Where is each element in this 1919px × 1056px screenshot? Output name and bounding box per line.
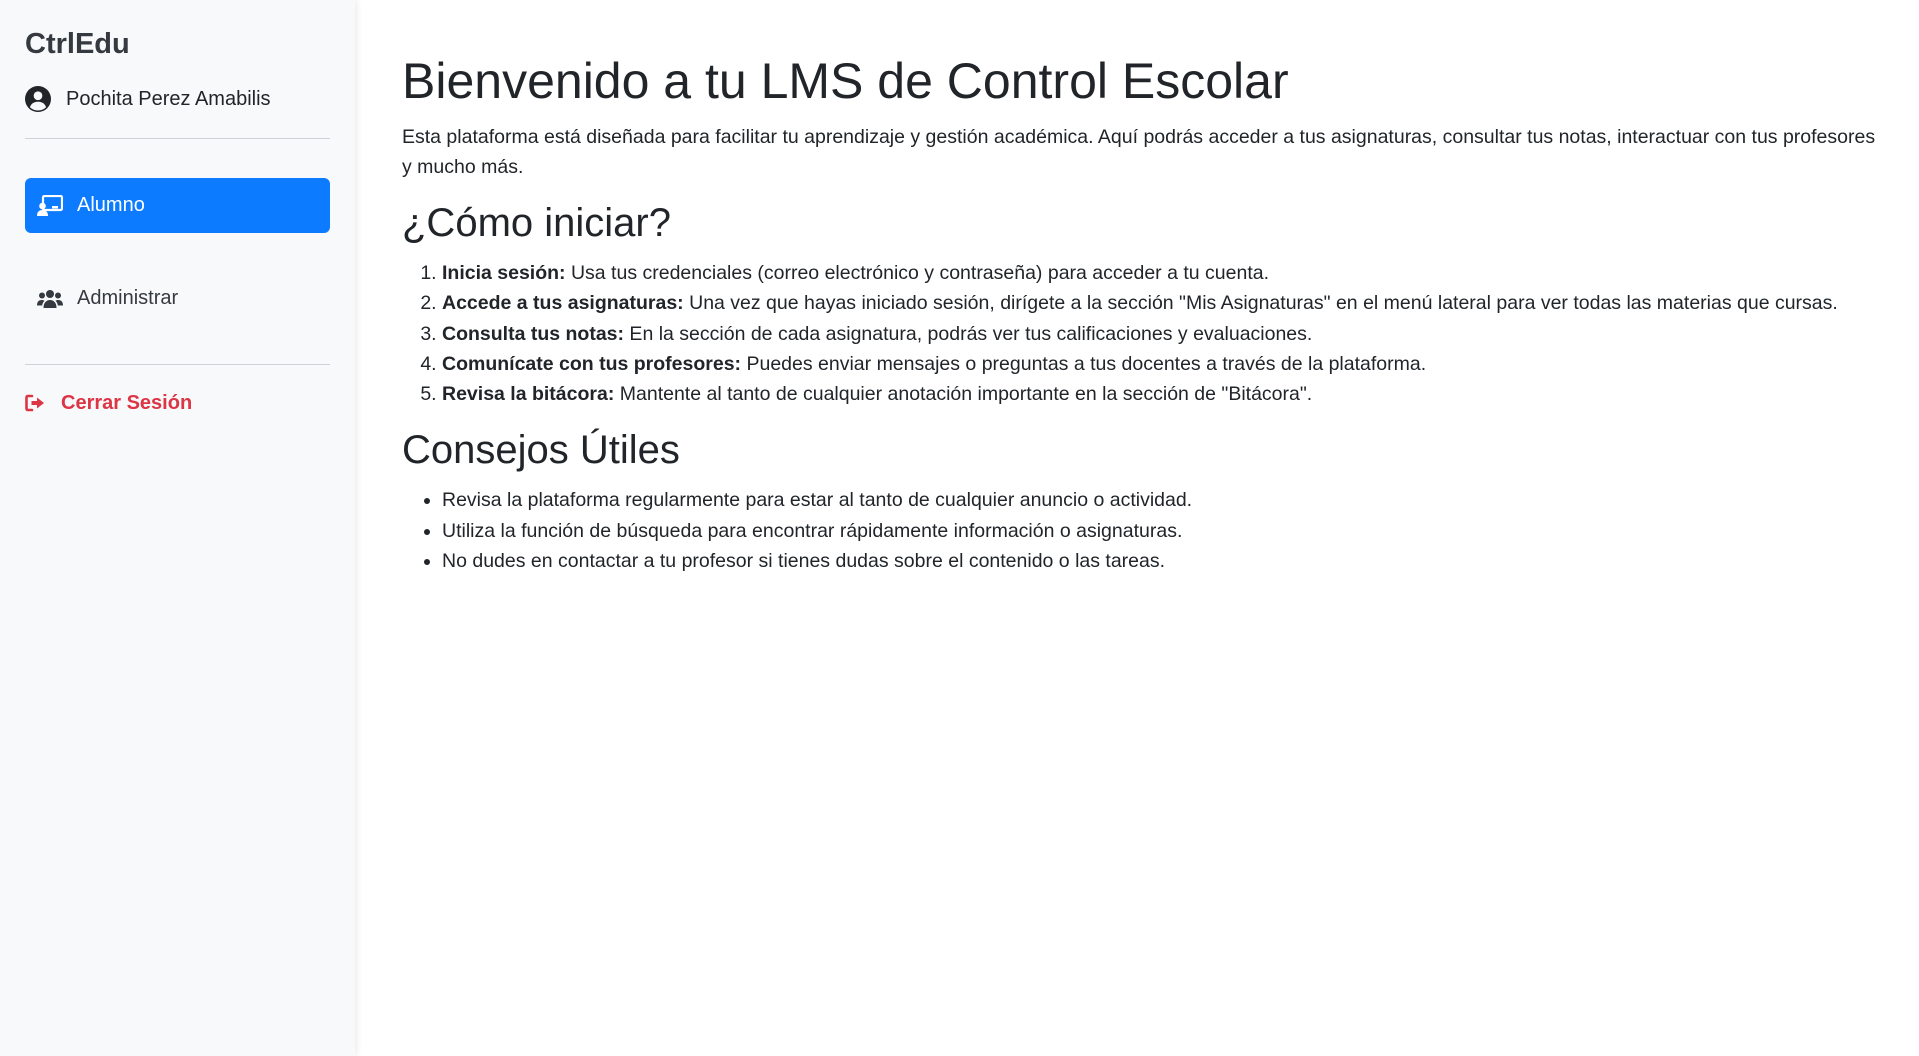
sidebar: CtrlEdu Pochita Perez Amabilis Alumno Ad… [0,0,355,1056]
logout-button[interactable]: Cerrar Sesión [25,388,330,418]
sidebar-item-label: Alumno [77,194,145,216]
step-title: Inicia sesión: [442,262,566,284]
sidebar-item-label: Administrar [77,287,179,309]
tips-heading: Consejos Útiles [402,428,680,473]
list-item: Comunícate con tus profesores: Puedes en… [442,349,1889,379]
step-title: Revisa la bitácora: [442,383,615,406]
list-item: Utiliza la función de búsqueda para enco… [442,516,1889,546]
list-item: Revisa la bitácora: Mantente al tanto de… [442,379,1889,409]
step-title: Comunícate con tus profesores: [442,352,742,375]
logout-label: Cerrar Sesión [61,391,193,414]
user-profile: Pochita Perez Amabilis [25,82,330,116]
how-to-heading: ¿Cómo iniciar? [402,201,671,245]
list-item: No dudes en contactar a tu profesor si t… [442,546,1889,576]
step-text: Puedes enviar mensajes o preguntas a tus… [741,352,1427,375]
step-text: En la sección de cada asignatura, podrás… [624,322,1313,345]
sidebar-item-administrar[interactable]: Administrar [25,271,330,326]
step-title: Consulta tus notas: [442,322,625,345]
sidebar-divider [25,138,330,139]
users-icon [37,289,63,308]
intro-text: Esta plataforma está diseñada para facil… [402,126,1876,178]
steps-list: Inicia sesión: Usa tus credenciales (cor… [402,258,1889,409]
step-text: Mantente al tanto de cualquier anotación… [614,383,1313,406]
chalkboard-teacher-icon [37,194,63,216]
brand-title: CtrlEdu [25,28,130,60]
user-circle-icon [25,86,51,112]
page-title: Bienvenido a tu LMS de Control Escolar [402,53,1289,109]
sidebar-divider [25,364,330,365]
sidebar-item-alumno[interactable]: Alumno [25,178,330,233]
app-layout: CtrlEdu Pochita Perez Amabilis Alumno Ad… [0,0,1919,1056]
user-name: Pochita Perez Amabilis [66,87,271,110]
list-item: Accede a tus asignaturas: Una vez que ha… [442,288,1889,318]
step-text: Usa tus credenciales (correo electrónico… [565,262,1269,284]
step-text: Una vez que hayas iniciado sesión, diríg… [683,292,1838,315]
step-title: Accede a tus asignaturas: [442,292,684,315]
list-item: Consulta tus notas: En la sección de cad… [442,319,1889,349]
main-content: Bienvenido a tu LMS de Control Escolar E… [355,0,1919,1056]
tips-list: Revisa la plataforma regularmente para e… [402,485,1889,576]
list-item: Revisa la plataforma regularmente para e… [442,485,1889,515]
sign-out-icon [25,394,44,412]
list-item: Inicia sesión: Usa tus credenciales (cor… [442,258,1889,288]
